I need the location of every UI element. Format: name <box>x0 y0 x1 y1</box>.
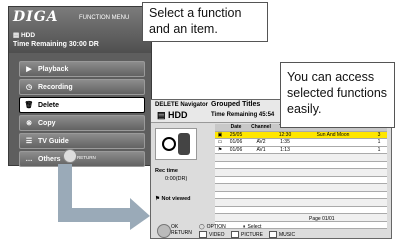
function-menu-panel: DIGA FUNCTION MENU ▤ HDD Time Remaining … <box>8 6 152 167</box>
function-menu-title: FUNCTION MENU <box>79 15 130 21</box>
navigator-title: DELETE Navigator <box>155 102 209 108</box>
record-icon: ◷ <box>25 84 33 91</box>
rec-time-value: 0:00(DR) <box>165 176 188 182</box>
soccer-ball-icon <box>162 137 176 151</box>
menu-return-button[interactable]: RETURN <box>63 149 96 163</box>
table-row <box>215 176 387 184</box>
checkbox-icon <box>269 231 277 238</box>
return-label: RETURN <box>77 155 96 160</box>
remote-dial-icon <box>63 149 77 163</box>
table-row <box>215 154 387 162</box>
titles-table: Date Channel Time Title Name Titles ▣ 25… <box>215 124 387 229</box>
player-figure <box>178 133 190 155</box>
navigator-footer: OK RETURN ◯ OPTION ⏸ Select VIDEO PICTUR… <box>151 222 391 238</box>
col-channel: Channel <box>251 124 271 130</box>
picture-filter[interactable]: PICTURE <box>231 231 263 238</box>
drive-label: ▤ HDD <box>13 32 36 39</box>
table-row <box>215 169 387 177</box>
col-date: Date <box>230 124 242 130</box>
table-row <box>215 214 387 222</box>
table-row <box>215 199 387 207</box>
circle-icon: ◯ <box>199 224 205 230</box>
tab-grouped-titles[interactable]: Grouped Titles <box>211 101 260 108</box>
table-row <box>215 191 387 199</box>
video-filter[interactable]: VIDEO <box>199 231 225 238</box>
navigator-drive: ▤ HDD <box>157 110 188 120</box>
diga-logo: DIGA <box>13 9 59 25</box>
table-row[interactable]: ⚑ 01/06 AV1 1:13 1 <box>215 146 387 154</box>
not-viewed-indicator: ⚑ Not viewed <box>155 196 191 202</box>
table-row <box>215 161 387 169</box>
table-row <box>215 206 387 214</box>
checkbox-icon <box>199 231 207 238</box>
menu-item-playback[interactable]: ▶ Playback <box>19 61 145 77</box>
table-row[interactable]: ▣ 25/05 12:30 Sun And Moon 3 <box>215 131 387 139</box>
return-label: RETURN <box>171 230 192 236</box>
rec-time-label: Rec time <box>155 168 178 174</box>
navigator-time-remaining: Time Remaining 45:54 <box>211 112 275 118</box>
time-remaining: Time Remaining 30:00 DR <box>13 41 99 48</box>
group-icon: ▣ <box>217 131 223 138</box>
remote-dial-icon[interactable] <box>157 224 171 238</box>
option-button[interactable]: ◯ OPTION <box>199 224 226 230</box>
table-row[interactable]: ▭ 01/06 AV2 1:35 1 <box>215 139 387 147</box>
others-icon: … <box>25 155 33 163</box>
preview-thumbnail <box>155 128 197 160</box>
copy-icon: ⊗ <box>26 120 32 127</box>
flag-icon: ⚑ <box>155 196 160 202</box>
select-button[interactable]: ⏸ Select <box>243 224 261 230</box>
menu-item-delete[interactable]: 🗑 Delete <box>19 97 145 113</box>
play-icon: ▶ <box>26 66 32 73</box>
table-row <box>215 184 387 192</box>
guide-icon: ☰ <box>25 138 33 145</box>
pause-icon: ⏸ <box>243 224 246 230</box>
hdd-icon: ▤ <box>13 32 20 39</box>
callout-select-function: Select a function and an item. <box>142 2 268 42</box>
flag-icon: ⚑ <box>217 146 223 153</box>
menu-item-copy[interactable]: ⊗ Copy <box>19 115 145 131</box>
callout-access-functions: You can access selected functions easily… <box>280 62 395 128</box>
flow-arrow-icon <box>58 164 150 230</box>
hdd-icon: ▤ <box>157 110 166 120</box>
menu-item-tv-guide[interactable]: ☰ TV Guide <box>19 133 145 149</box>
menu-item-recording[interactable]: ◷ Recording <box>19 79 145 95</box>
music-filter[interactable]: MUSIC <box>269 231 295 238</box>
checkbox-icon <box>231 231 239 238</box>
trash-icon: 🗑 <box>24 102 34 109</box>
film-icon: ▭ <box>217 139 223 145</box>
